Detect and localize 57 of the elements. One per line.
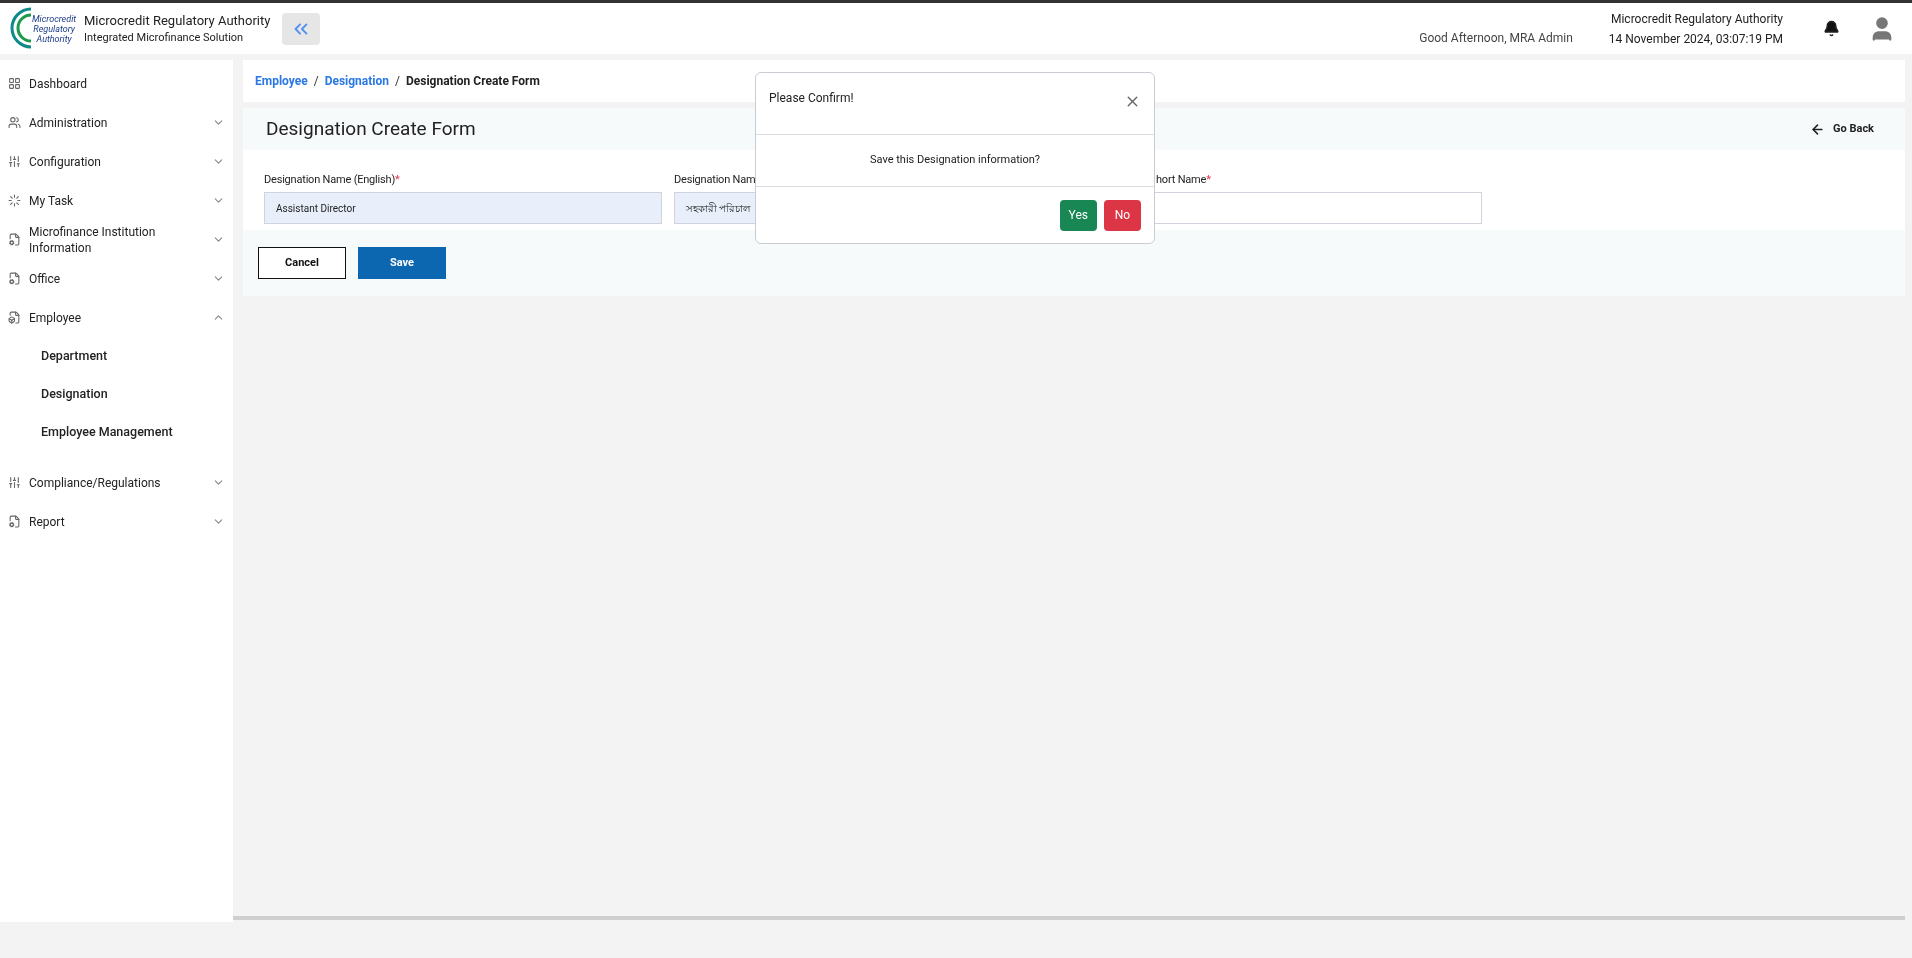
collapse-sidebar-button[interactable] <box>282 12 321 45</box>
app-subtitle: Integrated Microfinance Solution <box>84 29 245 46</box>
grid-icon <box>8 77 21 90</box>
notification-button[interactable] <box>1823 20 1840 37</box>
document-icon <box>8 311 21 324</box>
sidebar-subitem[interactable]: Designation <box>0 375 233 413</box>
sidebar-item[interactable]: Microfinance Institution Information <box>0 220 233 259</box>
sidebar-item[interactable]: Office <box>0 259 233 298</box>
breadcrumb-separator: / <box>313 73 319 90</box>
required-mark: * <box>395 172 400 188</box>
greeting-text: Good Afternoon, MRA Admin <box>1419 29 1573 47</box>
sidebar-item-label: Administration <box>29 114 109 131</box>
date-time: 14 November 2024, 03:07:19 PM <box>1608 30 1783 48</box>
document-icon <box>8 233 21 246</box>
sidebar-item-label: Configuration <box>29 153 102 170</box>
dialog-title: Please Confirm! <box>769 90 854 107</box>
sidebar-subitem[interactable]: Employee Management <box>0 413 233 451</box>
sidebar-item[interactable]: Employee <box>0 298 233 337</box>
sidebar-item-label: Employee <box>29 309 83 326</box>
sidebar-item-label: Dashboard <box>29 75 89 92</box>
sidebar-item[interactable]: My Task <box>0 181 233 220</box>
breadcrumb-current: Designation Create Form <box>405 73 540 90</box>
document-icon <box>8 515 21 528</box>
sidebar-subitem[interactable]: Department <box>0 337 233 375</box>
sliders-icon <box>8 155 21 168</box>
yes-button[interactable]: Yes <box>1059 199 1097 231</box>
sidebar-item[interactable]: Administration <box>0 103 233 142</box>
loader-icon <box>8 194 21 207</box>
breadcrumb-separator: / <box>395 73 400 90</box>
sidebar-item[interactable]: Dashboard <box>0 64 233 103</box>
text-input[interactable]: Assistant Director <box>264 192 662 224</box>
field-label: Designation Name (English) <box>264 172 395 188</box>
sidebar-item[interactable]: Report <box>0 502 233 541</box>
organization-name: Microcredit Regulatory Authority <box>1610 10 1783 28</box>
sidebar-item[interactable]: Compliance/Regulations <box>0 463 233 502</box>
required-mark: * <box>1206 172 1211 188</box>
document-icon <box>8 272 21 285</box>
field-label: hort Name <box>1156 172 1207 188</box>
sidebar-item-label: Office <box>29 270 62 287</box>
save-button[interactable]: Save <box>358 247 446 279</box>
sidebar-item-label: My Task <box>29 192 75 209</box>
form-title: Designation Create Form <box>266 115 477 142</box>
users-icon <box>8 116 21 129</box>
sidebar-item-label: Microfinance Institution Information <box>29 223 157 256</box>
go-back-button[interactable]: Go Back <box>1810 120 1874 138</box>
breadcrumb-link[interactable]: Employee <box>255 72 308 90</box>
app-title: Microcredit Regulatory Authority <box>84 11 271 30</box>
field-label: Designation Nam <box>674 172 756 188</box>
breadcrumb-link[interactable]: Designation <box>324 72 389 90</box>
sidebar-item-label: Report <box>29 513 66 530</box>
bell-icon <box>1823 20 1840 37</box>
sidebar-item-label: Compliance/Regulations <box>29 474 162 491</box>
dialog-message: Save this Designation information? <box>870 152 1040 169</box>
sliders-icon <box>8 476 21 489</box>
sidebar-item[interactable]: Configuration <box>0 142 233 181</box>
cancel-button[interactable]: Cancel <box>258 247 346 279</box>
no-button[interactable]: No <box>1104 199 1141 231</box>
